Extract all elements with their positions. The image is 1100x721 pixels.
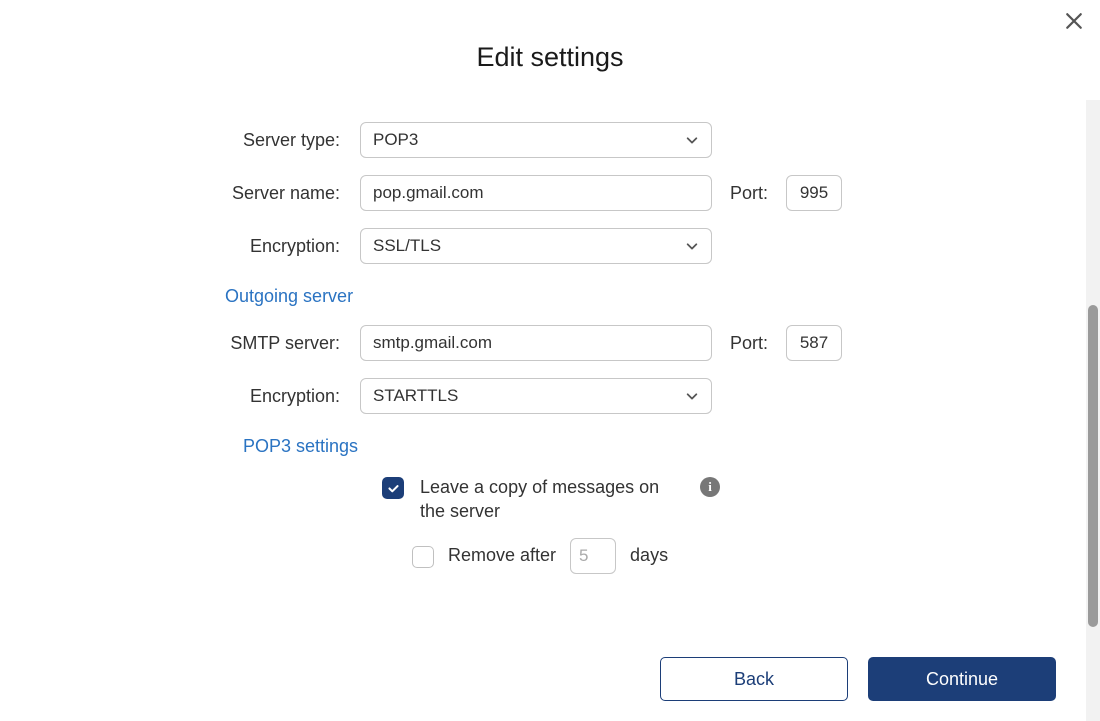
server-type-label: Server type: xyxy=(0,130,360,151)
remove-after-label: Remove after xyxy=(448,545,556,566)
smtp-server-label: SMTP server: xyxy=(0,333,360,354)
scrollbar-thumb[interactable] xyxy=(1088,305,1098,627)
server-name-input[interactable]: pop.gmail.com xyxy=(360,175,712,211)
incoming-encryption-value: SSL/TLS xyxy=(373,236,441,256)
check-icon xyxy=(387,482,400,495)
close-icon xyxy=(1065,12,1083,30)
server-type-select[interactable]: POP3 xyxy=(360,122,712,158)
chevron-down-icon xyxy=(685,239,699,253)
close-button[interactable] xyxy=(1065,12,1083,30)
dialog-title: Edit settings xyxy=(0,0,1100,73)
chevron-down-icon xyxy=(685,133,699,147)
chevron-down-icon xyxy=(685,389,699,403)
server-type-value: POP3 xyxy=(373,130,418,150)
pop3-heading: POP3 settings xyxy=(243,436,1100,457)
days-label: days xyxy=(630,545,668,566)
outgoing-port-label: Port: xyxy=(730,333,768,354)
incoming-encryption-select[interactable]: SSL/TLS xyxy=(360,228,712,264)
remove-after-days-input[interactable]: 5 xyxy=(570,538,616,574)
remove-after-checkbox[interactable] xyxy=(412,546,434,568)
outgoing-encryption-value: STARTTLS xyxy=(373,386,458,406)
incoming-port-input[interactable]: 995 xyxy=(786,175,842,211)
incoming-port-label: Port: xyxy=(730,183,768,204)
continue-button[interactable]: Continue xyxy=(868,657,1056,701)
back-button[interactable]: Back xyxy=(660,657,848,701)
leave-copy-checkbox[interactable] xyxy=(382,477,404,499)
scrollbar-track[interactable] xyxy=(1086,100,1100,721)
server-name-label: Server name: xyxy=(0,183,360,204)
outgoing-port-input[interactable]: 587 xyxy=(786,325,842,361)
outgoing-encryption-label: Encryption: xyxy=(0,386,360,407)
info-icon[interactable]: i xyxy=(700,477,720,497)
leave-copy-label: Leave a copy of messages on the server xyxy=(420,475,680,524)
smtp-server-input[interactable]: smtp.gmail.com xyxy=(360,325,712,361)
outgoing-encryption-select[interactable]: STARTTLS xyxy=(360,378,712,414)
incoming-encryption-label: Encryption: xyxy=(0,236,360,257)
outgoing-heading: Outgoing server xyxy=(225,286,1100,307)
